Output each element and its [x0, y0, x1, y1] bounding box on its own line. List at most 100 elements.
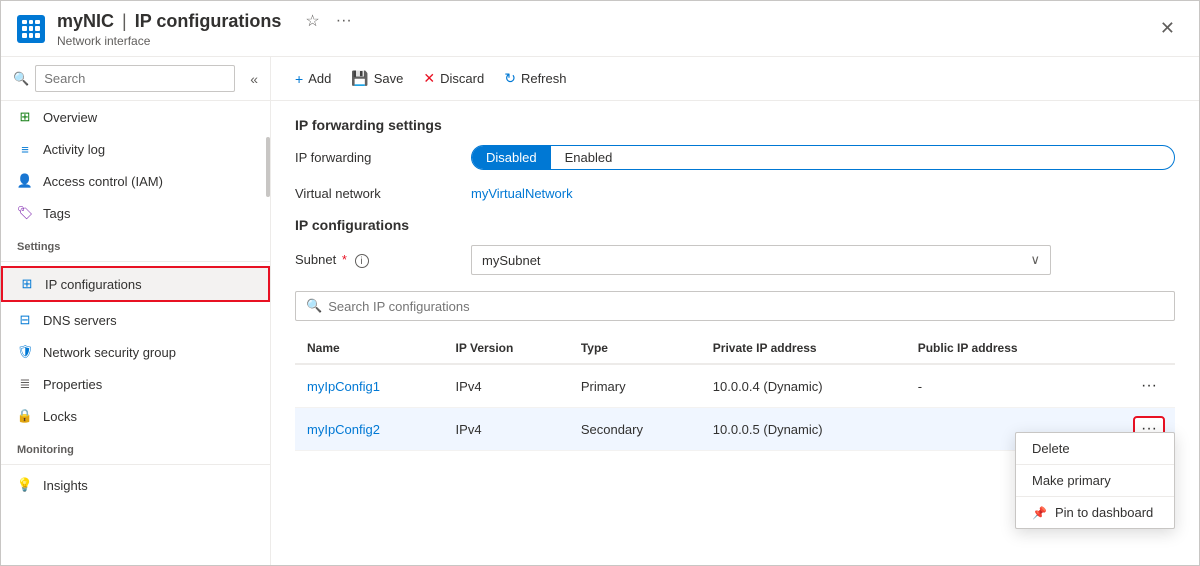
save-button[interactable]: 💾 Save — [343, 65, 411, 92]
context-menu-pin-label: Pin to dashboard — [1055, 505, 1153, 520]
sidebar-label-tags: Tags — [43, 206, 70, 221]
close-button[interactable]: ✕ — [1152, 14, 1183, 43]
subnet-dropdown[interactable]: mySubnet ∨ — [471, 245, 1051, 275]
cell-private-ip-1: 10.0.0.4 (Dynamic) — [701, 364, 906, 408]
insights-icon: 💡 — [17, 477, 33, 493]
table-row: myIpConfig2 IPv4 Secondary 10.0.0.5 (Dyn… — [295, 408, 1175, 451]
col-header-actions — [1095, 333, 1175, 364]
context-menu-make-primary-label: Make primary — [1032, 473, 1111, 488]
access-control-icon: 👤 — [17, 173, 33, 189]
context-menu-make-primary[interactable]: Make primary — [1016, 465, 1174, 496]
search-icon: 🔍 — [13, 71, 29, 87]
collapse-sidebar-button[interactable]: « — [250, 71, 258, 87]
required-indicator: * — [342, 252, 347, 267]
ip-search-input[interactable] — [328, 299, 1164, 314]
sidebar-item-properties[interactable]: ≣ Properties — [1, 368, 270, 400]
sidebar-label-access-control: Access control (IAM) — [43, 174, 163, 189]
sidebar-label-overview: Overview — [43, 110, 97, 125]
ip-forwarding-row: IP forwarding Disabled Enabled — [295, 145, 1175, 170]
ip-forwarding-section-title: IP forwarding settings — [295, 117, 1175, 133]
dropdown-arrow-icon: ∨ — [1030, 252, 1040, 268]
pin-dashboard-icon: 📌 — [1032, 506, 1047, 520]
col-header-public-ip: Public IP address — [906, 333, 1096, 364]
cell-type-1: Primary — [569, 364, 701, 408]
save-icon: 💾 — [351, 70, 368, 87]
table-body: myIpConfig1 IPv4 Primary 10.0.0.4 (Dynam… — [295, 364, 1175, 451]
overview-icon: ⊞ — [17, 109, 33, 125]
ip-search-icon: 🔍 — [306, 298, 322, 314]
context-menu-delete[interactable]: Delete — [1016, 433, 1174, 464]
properties-icon: ≣ — [17, 376, 33, 392]
subnet-info-icon[interactable]: i — [355, 254, 369, 268]
favorite-button[interactable]: ☆ — [301, 9, 323, 33]
table-header: Name IP Version Type Private IP address … — [295, 333, 1175, 364]
row-ellipsis-button-1[interactable]: ··· — [1135, 375, 1163, 397]
context-menu-delete-label: Delete — [1032, 441, 1070, 456]
nsg-icon: 🛡 — [17, 344, 33, 360]
ip-forwarding-toggle: Disabled Enabled — [471, 145, 1175, 170]
settings-divider — [1, 261, 270, 262]
activity-log-icon: ≡ — [17, 141, 33, 157]
monitoring-divider — [1, 464, 270, 465]
sidebar-item-access-control[interactable]: 👤 Access control (IAM) — [1, 165, 270, 197]
settings-section-label: Settings — [1, 229, 270, 257]
ip-forwarding-toggle-group[interactable]: Disabled Enabled — [471, 145, 1175, 170]
sidebar-item-network-security-group[interactable]: 🛡 Network security group — [1, 336, 270, 368]
subnet-label: Subnet * i — [295, 252, 455, 269]
locks-icon: 🔒 — [17, 408, 33, 424]
row-actions-2: ··· Delete Make primary — [1095, 408, 1175, 451]
virtual-network-row: Virtual network myVirtualNetwork — [295, 186, 1175, 201]
context-menu: Delete Make primary 📌 — [1015, 432, 1175, 529]
ip-config-section-title: IP configurations — [295, 217, 1175, 233]
sidebar-label-nsg: Network security group — [43, 345, 176, 360]
table-row: myIpConfig1 IPv4 Primary 10.0.0.4 (Dynam… — [295, 364, 1175, 408]
title-separator: | — [122, 11, 127, 32]
enabled-toggle-button[interactable]: Enabled — [551, 146, 627, 169]
refresh-button[interactable]: ↻ Refresh — [496, 65, 574, 92]
ip-table: Name IP Version Type Private IP address … — [295, 333, 1175, 451]
ip-config-icon: ⊞ — [19, 276, 35, 292]
sidebar-scrollbar[interactable] — [266, 137, 270, 197]
monitoring-section-label: Monitoring — [1, 432, 270, 460]
dns-servers-icon: ⊟ — [17, 312, 33, 328]
sidebar: 🔍 « ⊞ Overview ≡ Activity log 👤 Access c… — [1, 57, 271, 565]
sidebar-item-dns-servers[interactable]: ⊟ DNS servers — [1, 304, 270, 336]
virtual-network-link[interactable]: myVirtualNetwork — [471, 186, 573, 201]
more-options-button[interactable]: ··· — [332, 10, 356, 32]
discard-icon: ✕ — [423, 70, 435, 87]
sidebar-item-overview[interactable]: ⊞ Overview — [1, 101, 270, 133]
add-icon: + — [295, 71, 303, 87]
search-input[interactable] — [35, 65, 235, 92]
disabled-toggle-button[interactable]: Disabled — [472, 146, 551, 169]
context-menu-pin-dashboard[interactable]: 📌 Pin to dashboard — [1016, 497, 1174, 528]
sidebar-label-dns-servers: DNS servers — [43, 313, 117, 328]
content-body: IP forwarding settings IP forwarding Dis… — [271, 101, 1199, 565]
ip-configurations-section: IP configurations Subnet * i mySubnet ∨ — [295, 217, 1175, 451]
title-bar: myNIC | IP configurations ☆ ··· Network … — [1, 1, 1199, 57]
subnet-value: mySubnet — [482, 253, 541, 268]
sidebar-label-activity-log: Activity log — [43, 142, 105, 157]
col-header-type: Type — [569, 333, 701, 364]
sidebar-item-activity-log[interactable]: ≡ Activity log — [1, 133, 270, 165]
resource-name: myNIC — [57, 11, 114, 32]
sidebar-item-tags[interactable]: 🏷 Tags — [1, 197, 270, 229]
sidebar-label-ip-configurations: IP configurations — [45, 277, 142, 292]
resource-type: Network interface — [57, 34, 356, 48]
sidebar-search-container: 🔍 « — [1, 57, 270, 101]
col-header-name: Name — [295, 333, 444, 364]
add-button[interactable]: + Add — [287, 66, 339, 92]
cell-public-ip-1: - — [906, 364, 1096, 408]
discard-button[interactable]: ✕ Discard — [415, 65, 492, 92]
app-window: myNIC | IP configurations ☆ ··· Network … — [0, 0, 1200, 566]
page-name: IP configurations — [135, 11, 282, 32]
sidebar-item-locks[interactable]: 🔒 Locks — [1, 400, 270, 432]
sidebar-item-ip-configurations[interactable]: ⊞ IP configurations — [1, 266, 270, 302]
col-header-ip-version: IP Version — [444, 333, 569, 364]
sidebar-label-locks: Locks — [43, 409, 77, 424]
row-actions-1: ··· — [1095, 364, 1175, 408]
subnet-row: Subnet * i mySubnet ∨ — [295, 245, 1175, 275]
cell-private-ip-2: 10.0.0.5 (Dynamic) — [701, 408, 906, 451]
sidebar-item-insights[interactable]: 💡 Insights — [1, 469, 270, 501]
azure-logo — [17, 15, 45, 43]
content-area: + Add 💾 Save ✕ Discard ↻ Refresh — [271, 57, 1199, 565]
